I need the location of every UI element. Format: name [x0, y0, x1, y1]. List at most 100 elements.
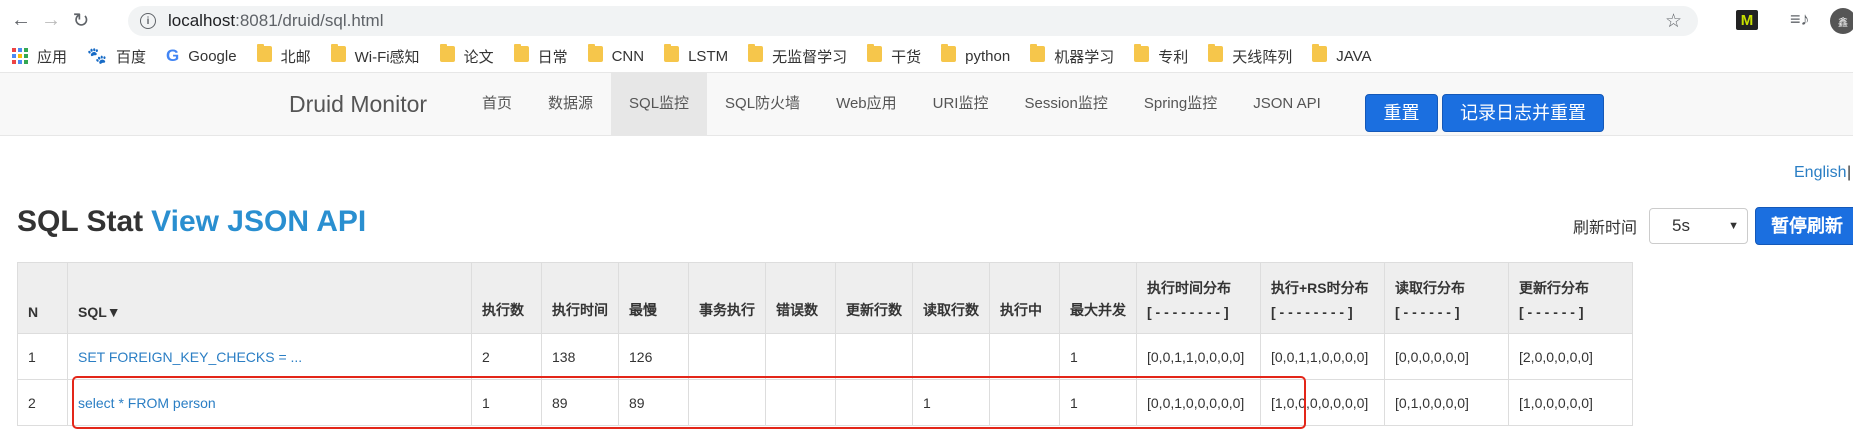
folder-icon: [256, 44, 272, 66]
extension-m-icon[interactable]: M: [1736, 10, 1758, 30]
table-row: 1 SET FOREIGN_KEY_CHECKS = ... 2 138 126 1 [0,…: [17, 333, 1633, 380]
header-label: 执行时间分布: [1147, 280, 1231, 296]
table-cell: [765, 333, 836, 380]
table-column-header: 更新行分布 [ - - - - - - ]: [1508, 262, 1633, 334]
table-cell: [0,0,0,0,0,0]: [1384, 333, 1509, 380]
folder-icon: [1312, 44, 1328, 66]
folder-icon: [1208, 44, 1224, 66]
bookmark-label: Google: [188, 47, 237, 65]
bookmark-label: 应用: [37, 48, 68, 66]
bookmark-item[interactable]: 天线阵列: [1208, 44, 1293, 67]
bookmark-label: 百度: [115, 48, 146, 66]
reload-icon[interactable]: ↻: [66, 5, 96, 35]
bookmark-label: Wi-Fi感知: [354, 48, 420, 66]
nav-item[interactable]: SQL防火墙: [707, 73, 818, 135]
table-cell: [0,0,1,1,0,0,0,0]: [1260, 333, 1385, 380]
sql-link[interactable]: SET FOREIGN_KEY_CHECKS = ...: [67, 333, 472, 380]
nav-item[interactable]: URI监控: [915, 73, 1007, 135]
bookmark-item[interactable]: 干货: [867, 44, 922, 67]
google-icon: G: [165, 46, 180, 65]
header-label: N: [28, 304, 39, 320]
nav-item[interactable]: Web应用: [818, 73, 915, 135]
refresh-interval-value: 5s: [1672, 216, 1690, 235]
header-label: 更新行分布: [1519, 280, 1589, 296]
table-cell: 138: [541, 333, 619, 380]
language-separator: |: [1847, 164, 1852, 181]
bookmark-item[interactable]: 🐾 百度: [87, 46, 146, 67]
bookmark-label: 天线阵列: [1232, 48, 1293, 66]
media-control-icon[interactable]: ≡♪: [1790, 9, 1810, 30]
sql-link[interactable]: select * FROM person: [67, 379, 472, 426]
header-label: SQL▼: [78, 304, 121, 320]
bookmark-item[interactable]: 无监督学习: [748, 44, 848, 67]
bookmark-item[interactable]: 北邮: [256, 44, 311, 67]
table-cell: [912, 333, 990, 380]
folder-icon: [1134, 44, 1150, 66]
view-json-api-link[interactable]: View JSON API: [151, 205, 366, 238]
bookmark-label: 干货: [891, 48, 922, 66]
table-cell: 1: [1059, 333, 1137, 380]
table-cell: [835, 333, 913, 380]
table-cell: [0,1,0,0,0,0]: [1384, 379, 1509, 426]
table-cell: 1: [471, 379, 542, 426]
table-cell: [989, 333, 1060, 380]
bookmark-label: 无监督学习: [772, 48, 848, 66]
table-column-header: 错误数: [765, 262, 836, 334]
table-cell: 89: [618, 379, 689, 426]
brand-title[interactable]: Druid Monitor: [289, 73, 427, 135]
table-header-row: N SQL▼ 执行数 执行时间 最慢 事务执行 错误数 更新行数 读取行数 执行中 最大并发 执行时间…: [17, 262, 1633, 334]
bookmark-item[interactable]: CNN: [587, 44, 644, 66]
table-body: 1 SET FOREIGN_KEY_CHECKS = ... 2 138 126 1 [0,…: [17, 333, 1633, 426]
nav-item[interactable]: Spring监控: [1126, 73, 1235, 135]
title-text: SQL Stat: [17, 205, 144, 238]
log-and-reset-button[interactable]: 记录日志并重置: [1442, 94, 1604, 132]
bookmark-item[interactable]: G Google: [166, 46, 237, 66]
header-sub-label: [ - - - - - - - - ]: [1271, 304, 1353, 320]
table-column-header: 执行时间分布 [ - - - - - - - - ]: [1136, 262, 1261, 334]
header-label: 最慢: [629, 302, 657, 318]
table-cell: 126: [618, 333, 689, 380]
bookmark-item[interactable]: JAVA: [1312, 44, 1372, 66]
bookmark-item[interactable]: 日常: [513, 44, 568, 67]
header-label: 最大并发: [1070, 302, 1126, 318]
table-cell: [765, 379, 836, 426]
table-column-header: 最大并发: [1059, 262, 1137, 334]
header-label: 执行数: [482, 302, 524, 318]
table-column-header[interactable]: SQL▼: [67, 262, 472, 334]
nav-item[interactable]: 数据源: [530, 73, 611, 135]
profile-avatar[interactable]: 鑫: [1830, 8, 1853, 34]
bookmark-item[interactable]: 机器学习: [1030, 44, 1114, 67]
table-column-header: 最慢: [618, 262, 689, 334]
table-column-header: N: [17, 262, 68, 334]
address-bar[interactable]: i localhost:8081/druid/sql.html ☆: [128, 6, 1698, 36]
bookmark-item[interactable]: 论文: [439, 44, 494, 67]
bookmark-item[interactable]: 专利: [1134, 44, 1188, 67]
nav-item[interactable]: JSON API: [1235, 73, 1339, 135]
bookmark-item[interactable]: LSTM: [664, 44, 728, 66]
bookmark-item[interactable]: Wi-Fi感知: [330, 44, 420, 67]
table-cell: [989, 379, 1060, 426]
header-label: 读取行分布: [1395, 280, 1465, 296]
nav-item[interactable]: 首页: [464, 73, 530, 135]
nav-item[interactable]: SQL监控: [611, 73, 708, 135]
bookmark-item[interactable]: python: [941, 44, 1010, 66]
browser-toolbar: ← → ↻ i localhost:8081/druid/sql.html ☆ …: [0, 0, 1853, 40]
table-cell: [2,0,0,0,0,0]: [1508, 333, 1633, 380]
folder-icon: [330, 44, 346, 66]
site-info-icon[interactable]: i: [140, 13, 156, 29]
table-column-header: 读取行数: [912, 262, 990, 334]
bookmark-item[interactable]: 应用: [12, 46, 67, 67]
nav-menu: 首页 数据源 SQL监控 SQL防火墙 Web应用 URI监控 Session监控 Sprin…: [464, 73, 1339, 135]
reset-button[interactable]: 重置: [1365, 94, 1438, 132]
forward-arrow-icon[interactable]: →: [36, 5, 66, 35]
refresh-interval-select[interactable]: 5s ▼: [1649, 208, 1748, 244]
table-cell: [1,0,0,0,0,0,0,0]: [1260, 379, 1385, 426]
table-cell: [688, 333, 766, 380]
pause-refresh-button[interactable]: 暂停刷新: [1755, 207, 1853, 245]
back-arrow-icon[interactable]: ←: [6, 5, 36, 35]
nav-item[interactable]: Session监控: [1006, 73, 1125, 135]
bookmark-star-icon[interactable]: ☆: [1665, 10, 1682, 33]
english-language-link[interactable]: English: [1794, 164, 1846, 182]
url-text[interactable]: localhost:8081/druid/sql.html: [168, 11, 383, 31]
header-label: 错误数: [776, 302, 818, 318]
